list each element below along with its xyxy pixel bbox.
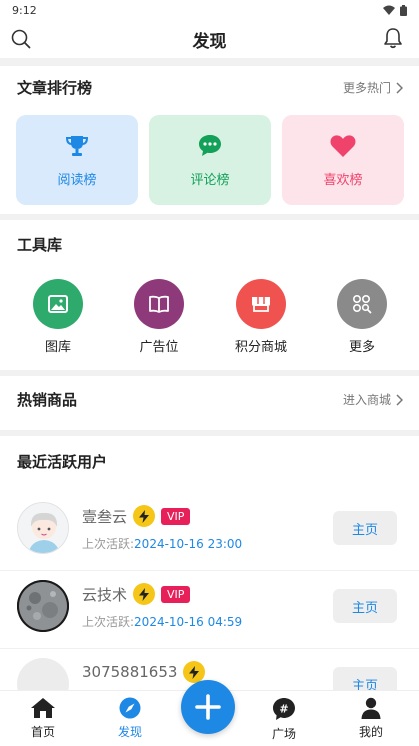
article-ranking-section: 文章排行榜 更多热门 阅读榜 评论榜 喜欢榜 <box>0 66 419 214</box>
active-users-section: 最近活跃用户 壹叁云 VIP 上次活跃:2024-10-16 23:00 主页 … <box>0 436 419 710</box>
trophy-icon <box>65 135 89 156</box>
tools-title: 工具库 <box>17 236 63 254</box>
lightning-badge <box>133 505 156 527</box>
user-name[interactable]: 云技术 <box>82 584 127 605</box>
last-active-prefix: 上次活跃: <box>82 537 135 551</box>
hashtag-icon: # <box>273 698 295 720</box>
chevron-right-icon <box>396 81 403 94</box>
nav-discover-label: 发现 <box>117 725 142 739</box>
user-row: 壹叁云 VIP 上次活跃:2024-10-16 23:00 主页 <box>0 492 419 570</box>
user-name-line: 3075881653 <box>82 661 206 683</box>
lightning-badge <box>133 583 156 605</box>
nav-square[interactable]: # 广场 <box>254 697 314 742</box>
comment-ranking-label: 评论榜 <box>190 172 230 188</box>
app-bar: 发现 <box>0 20 419 58</box>
tool-points-mall[interactable]: 积分商城 <box>221 279 301 355</box>
wifi-icon <box>383 5 395 15</box>
cartoon-avatar-image <box>18 503 68 553</box>
user-name[interactable]: 壹叁云 <box>82 506 127 527</box>
ad-slot-icon-circle <box>134 279 184 329</box>
more-hot-link[interactable]: 更多热门 <box>343 79 403 96</box>
gallery-icon-circle <box>33 279 83 329</box>
nav-mine-label: 我的 <box>358 725 383 739</box>
tool-ad-slot-label: 广告位 <box>139 340 179 355</box>
user-name-line: 云技术 VIP <box>82 583 191 605</box>
plus-icon <box>195 694 221 720</box>
user-home-button[interactable]: 主页 <box>333 511 397 545</box>
lightning-icon <box>139 509 150 523</box>
read-ranking-label: 阅读榜 <box>57 172 97 188</box>
status-time: 9:12 <box>12 3 37 17</box>
like-ranking-card[interactable]: 喜欢榜 <box>282 115 404 205</box>
page-title: 发现 <box>192 31 227 52</box>
nav-home-label: 首页 <box>30 725 55 739</box>
notification-button[interactable] <box>383 27 403 53</box>
last-active-prefix: 上次活跃: <box>82 615 135 629</box>
status-icons <box>383 4 407 16</box>
bell-icon <box>384 28 402 49</box>
more-hot-label: 更多热门 <box>342 81 391 95</box>
last-active-line: 上次活跃:2024-10-16 04:59 <box>82 613 242 630</box>
nav-square-label: 广场 <box>271 727 296 741</box>
last-active-line: 上次活跃:2024-10-16 23:00 <box>82 535 242 552</box>
tool-gallery[interactable]: 图库 <box>18 279 98 355</box>
user-name[interactable]: 3075881653 <box>82 663 177 681</box>
book-icon <box>149 295 169 313</box>
lightning-icon <box>139 587 150 601</box>
search-icon <box>11 29 31 49</box>
like-ranking-label: 喜欢榜 <box>323 172 363 188</box>
enter-mall-link[interactable]: 进入商城 <box>343 391 403 408</box>
nav-discover[interactable]: 发现 <box>100 697 160 740</box>
vip-badge: VIP <box>161 507 191 525</box>
comment-ranking-card[interactable]: 评论榜 <box>149 115 271 205</box>
nav-home[interactable]: 首页 <box>13 697 73 740</box>
svg-text:#: # <box>279 703 288 716</box>
heart-icon <box>330 134 356 157</box>
points-mall-icon-circle <box>236 279 286 329</box>
hot-goods-title: 热销商品 <box>17 391 78 409</box>
vip-badge: VIP <box>161 585 191 603</box>
battery-icon <box>400 4 407 16</box>
compass-icon <box>119 697 141 719</box>
active-users-title: 最近活跃用户 <box>17 453 108 471</box>
avatar[interactable] <box>17 502 69 554</box>
moon-avatar-image <box>17 580 69 632</box>
user-icon <box>361 697 381 719</box>
tool-more-label: 更多 <box>348 340 375 355</box>
more-icon-circle <box>337 279 387 329</box>
lightning-icon <box>189 665 200 679</box>
chevron-right-icon <box>396 393 403 406</box>
ranking-title: 文章排行榜 <box>17 79 93 97</box>
read-ranking-card[interactable]: 阅读榜 <box>16 115 138 205</box>
home-icon <box>31 698 55 718</box>
enter-mall-label: 进入商城 <box>342 393 391 407</box>
comment-icon <box>199 134 221 156</box>
user-row: 云技术 VIP 上次活跃:2024-10-16 04:59 主页 <box>0 570 419 648</box>
store-icon <box>252 297 270 312</box>
tool-more[interactable]: 更多 <box>322 279 402 355</box>
status-bar: 9:12 <box>0 0 419 20</box>
tool-ad-slot[interactable]: 广告位 <box>119 279 199 355</box>
nav-mine[interactable]: 我的 <box>341 697 401 740</box>
search-button[interactable] <box>10 28 32 54</box>
tool-library-section: 工具库 图库 广告位 积分商城 更多 <box>0 220 419 370</box>
last-active-time: 2024-10-16 23:00 <box>134 537 243 551</box>
create-post-button[interactable] <box>181 680 235 734</box>
tool-points-mall-label: 积分商城 <box>234 340 287 355</box>
image-icon <box>48 295 68 313</box>
user-name-line: 壹叁云 VIP <box>82 505 191 527</box>
user-home-button[interactable]: 主页 <box>333 589 397 623</box>
avatar[interactable] <box>17 580 69 632</box>
tool-gallery-label: 图库 <box>44 340 71 355</box>
grid-search-icon <box>352 294 372 314</box>
hot-goods-section[interactable]: 热销商品 进入商城 <box>0 376 419 430</box>
last-active-time: 2024-10-16 04:59 <box>134 615 243 629</box>
